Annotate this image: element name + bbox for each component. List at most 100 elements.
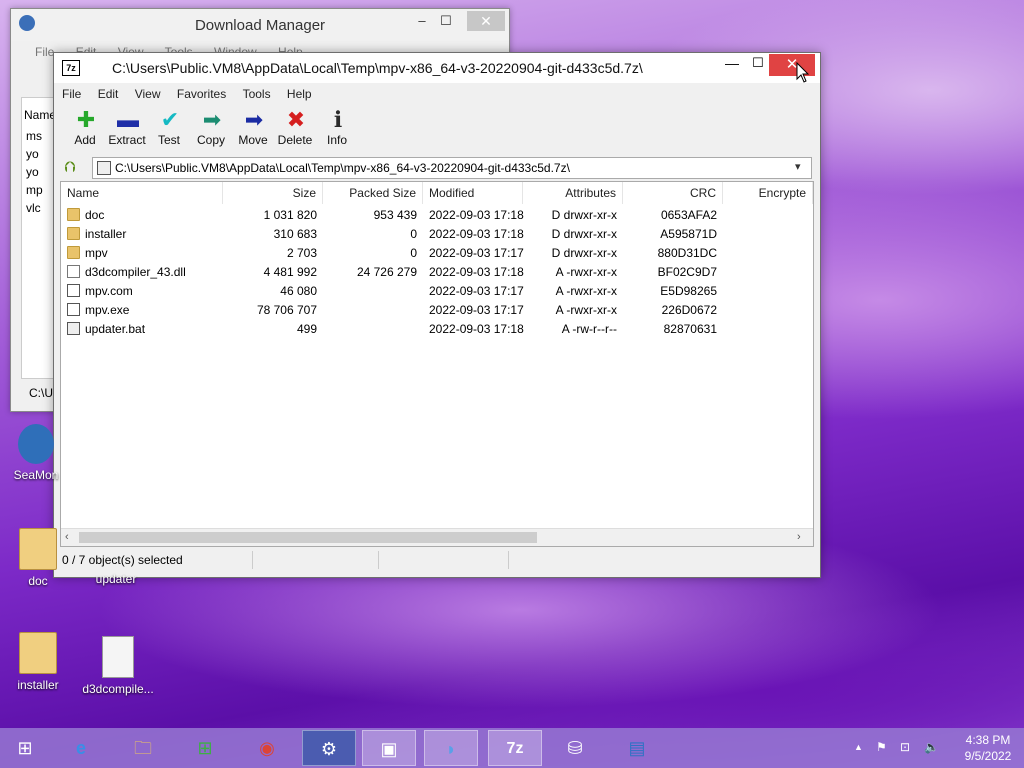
- action-center-flag-icon[interactable]: ⚑: [876, 740, 887, 754]
- delete-button[interactable]: ✖ Delete: [272, 109, 318, 153]
- horizontal-scrollbar[interactable]: ‹ ›: [61, 528, 813, 546]
- column-header-name[interactable]: Name: [61, 182, 223, 204]
- move-button[interactable]: ➡ Move: [230, 109, 276, 153]
- status-bar: 0 / 7 object(s) selected: [60, 549, 812, 571]
- menu-edit[interactable]: Edit: [98, 87, 119, 101]
- folder-icon: [67, 246, 80, 259]
- file-attributes: D drwxr-xr-x: [551, 246, 617, 260]
- column-header-attributes[interactable]: Attributes: [523, 182, 623, 204]
- file-packed-size: 0: [410, 227, 417, 241]
- column-header-size[interactable]: Size: [223, 182, 323, 204]
- file-size: 4 481 992: [263, 265, 317, 279]
- file-modified: 2022-09-03 17:18: [429, 265, 524, 279]
- column-header-packed-size[interactable]: Packed Size: [323, 182, 423, 204]
- batch-file-icon: [67, 322, 80, 335]
- menu-view[interactable]: View: [135, 87, 161, 101]
- desktop-icon-installer[interactable]: installer: [6, 632, 70, 692]
- menu-help[interactable]: Help: [287, 87, 312, 101]
- file-modified: 2022-09-03 17:17: [429, 284, 524, 298]
- dll-file-icon: [102, 636, 134, 678]
- file-list[interactable]: Name Size Packed Size Modified Attribute…: [60, 181, 814, 547]
- add-button[interactable]: ✚ Add: [62, 109, 108, 153]
- desktop-icon-doc[interactable]: doc: [6, 528, 70, 588]
- table-row[interactable]: mpv 2 703 0 2022-09-03 17:17 D drwxr-xr-…: [61, 244, 813, 263]
- table-row[interactable]: doc 1 031 820 953 439 2022-09-03 17:18 D…: [61, 206, 813, 225]
- info-button[interactable]: ℹ Info: [314, 109, 360, 153]
- file-modified: 2022-09-03 17:17: [429, 246, 524, 260]
- clock-time[interactable]: 4:38 PM: [958, 733, 1018, 747]
- clock-date[interactable]: 9/5/2022: [958, 749, 1018, 763]
- desktop-icon-label: installer: [17, 678, 59, 692]
- copy-arrow-icon: ➡: [202, 107, 222, 132]
- file-crc: E5D98265: [660, 284, 717, 298]
- move-arrow-icon: ➡: [244, 107, 264, 132]
- desktop-icon-seamonkey[interactable]: SeaMon: [4, 424, 68, 482]
- dm-name-header[interactable]: Name: [24, 106, 56, 124]
- network-icon[interactable]: ⊡: [900, 740, 910, 754]
- seamonkey-icon: [18, 424, 54, 464]
- minimize-button[interactable]: —: [722, 55, 742, 73]
- table-row[interactable]: installer 310 683 0 2022-09-03 17:18 D d…: [61, 225, 813, 244]
- column-header-encrypted[interactable]: Encrypte: [723, 182, 813, 204]
- 7zip-window[interactable]: 7z C:\Users\Public.VM8\AppData\Local\Tem…: [53, 52, 821, 578]
- seamonkey-icon[interactable]: ◗: [424, 730, 478, 766]
- file-explorer-icon[interactable]: 🗀: [116, 730, 170, 766]
- file-crc: 880D31DC: [657, 246, 717, 260]
- file-modified: 2022-09-03 17:18: [429, 208, 524, 222]
- file-size: 499: [296, 322, 317, 336]
- scroll-right-icon[interactable]: ›: [797, 529, 801, 546]
- dm-list-item[interactable]: yo: [26, 163, 39, 181]
- table-row[interactable]: d3dcompiler_43.dll 4 481 992 24 726 279 …: [61, 263, 813, 282]
- menu-file[interactable]: File: [62, 87, 81, 101]
- download-manager-close-button[interactable]: ✕: [467, 11, 505, 31]
- maximize-button[interactable]: ☐: [748, 55, 768, 73]
- column-header-crc[interactable]: CRC: [623, 182, 723, 204]
- show-hidden-icons-icon[interactable]: ▲: [854, 742, 863, 752]
- dm-list-item[interactable]: mp: [26, 181, 43, 199]
- download-manager-maximize-button[interactable]: ☐: [433, 13, 459, 31]
- writer-icon[interactable]: ▤: [610, 730, 664, 766]
- 7zip-titlebar[interactable]: 7z C:\Users\Public.VM8\AppData\Local\Tem…: [54, 53, 820, 83]
- test-button[interactable]: ✔ Test: [146, 109, 192, 153]
- file-attributes: A -rwxr-xr-x: [555, 284, 617, 298]
- menu-favorites[interactable]: Favorites: [177, 87, 226, 101]
- 7zip-icon[interactable]: 7z: [488, 730, 542, 766]
- database-icon[interactable]: ⛁: [548, 730, 602, 766]
- dm-list-item[interactable]: ms: [26, 127, 42, 145]
- executable-file-icon: [67, 284, 80, 297]
- download-manager-titlebar[interactable]: Download Manager – ☐ ✕: [11, 9, 509, 41]
- table-row[interactable]: updater.bat 499 2022-09-03 17:18 A -rw-r…: [61, 320, 813, 339]
- chevron-down-icon[interactable]: ▾: [795, 160, 801, 173]
- column-header-modified[interactable]: Modified: [423, 182, 523, 204]
- desktop-icon-d3dcompiler[interactable]: d3dcompile...: [82, 636, 154, 696]
- table-row[interactable]: mpv.exe 78 706 707 2022-09-03 17:17 A -r…: [61, 301, 813, 320]
- file-size: 310 683: [273, 227, 317, 241]
- table-row[interactable]: mpv.com 46 080 2022-09-03 17:17 A -rwxr-…: [61, 282, 813, 301]
- menu-tools[interactable]: Tools: [243, 87, 271, 101]
- settings-gear-icon[interactable]: ⚙: [302, 730, 356, 766]
- chrome-icon[interactable]: ◉: [240, 730, 294, 766]
- dm-list-item[interactable]: yo: [26, 145, 39, 163]
- add-button-label: Add: [74, 133, 96, 147]
- folder-icon: [67, 227, 80, 240]
- installer-icon[interactable]: ▣: [362, 730, 416, 766]
- file-attributes: D drwxr-xr-x: [551, 208, 617, 222]
- dm-list-item[interactable]: vlc: [26, 199, 41, 217]
- address-combobox[interactable]: C:\Users\Public.VM8\AppData\Local\Temp\m…: [92, 157, 812, 179]
- download-manager-minimize-button[interactable]: –: [409, 13, 435, 31]
- volume-icon[interactable]: 🔈: [924, 740, 939, 754]
- file-name: mpv.com: [85, 284, 133, 298]
- delete-x-icon: ✖: [286, 107, 306, 132]
- extract-button[interactable]: ▬ Extract: [104, 109, 150, 153]
- store-icon[interactable]: ⊞: [178, 730, 232, 766]
- desktop-icon-updater[interactable]: updater: [84, 536, 148, 586]
- address-path[interactable]: C:\Users\Public.VM8\AppData\Local\Temp\m…: [115, 161, 570, 175]
- status-divider: [252, 551, 253, 569]
- windows-start-icon[interactable]: ⊞: [0, 730, 50, 766]
- internet-explorer-icon[interactable]: e: [54, 730, 108, 766]
- dm-menu-file[interactable]: File: [35, 45, 54, 59]
- copy-button[interactable]: ➡ Copy: [188, 109, 234, 153]
- file-name: doc: [85, 208, 105, 222]
- up-folder-icon[interactable]: ⮉: [64, 160, 80, 176]
- file-size: 78 706 707: [256, 303, 317, 317]
